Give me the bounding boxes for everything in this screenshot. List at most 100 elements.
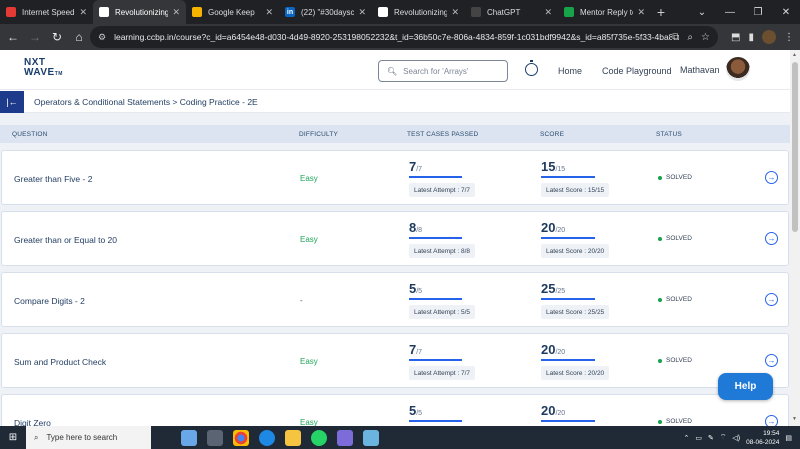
avatar[interactable] bbox=[726, 57, 750, 81]
browser-tab[interactable]: Mentor Reply to ✕ bbox=[558, 0, 651, 24]
install-app-icon[interactable]: ⧉ bbox=[672, 32, 679, 43]
edge-icon[interactable] bbox=[259, 429, 275, 446]
status-text: SOLVED bbox=[666, 235, 692, 242]
calculator-icon[interactable] bbox=[337, 429, 353, 446]
scrollbar-thumb[interactable] bbox=[792, 62, 798, 232]
question-name[interactable]: Sum and Product Check bbox=[14, 357, 106, 367]
search-input[interactable]: 🔍︎ Search for 'Arrays' bbox=[378, 60, 508, 82]
extensions-icon[interactable]: ⬒ bbox=[731, 32, 740, 43]
bookmark-star-icon[interactable]: ☆ bbox=[701, 32, 710, 43]
tests-progress-bar bbox=[409, 237, 462, 239]
wifi-icon[interactable]: ⌔ bbox=[720, 433, 727, 442]
question-name[interactable]: Compare Digits - 2 bbox=[14, 296, 85, 306]
volume-icon[interactable]: ◁) bbox=[732, 434, 740, 442]
address-bar[interactable]: ⚙ learning.ccbp.in/course?c_id=a6454e48-… bbox=[90, 26, 718, 48]
status-badge: SOLVED bbox=[658, 296, 692, 303]
nav-code-playground-link[interactable]: Code Playground bbox=[602, 66, 672, 76]
notifications-icon[interactable]: ▤ bbox=[785, 434, 792, 442]
restore-icon[interactable]: ❐ bbox=[744, 0, 772, 24]
table-row[interactable]: Greater than Five - 2 Easy 7/7 Latest At… bbox=[1, 150, 789, 205]
sidebar-toggle-icon[interactable]: |← bbox=[0, 91, 24, 113]
page-scrollbar[interactable]: ▲ ▼ bbox=[790, 50, 800, 426]
tests-total: /5 bbox=[416, 410, 423, 417]
arrow-right-circle-icon[interactable]: → bbox=[765, 354, 778, 367]
browser-tab[interactable]: ChatGPT ✕ bbox=[465, 0, 558, 24]
taskbar-search[interactable]: ⌕ Type here to search bbox=[26, 426, 151, 449]
new-tab-icon[interactable]: + bbox=[651, 0, 671, 24]
browser-tab[interactable]: Revolutionizing ✕ bbox=[372, 0, 465, 24]
browser-tab[interactable]: Internet Speed T ✕ bbox=[0, 0, 93, 24]
notepad-icon[interactable] bbox=[363, 429, 379, 446]
menu-kebab-icon[interactable]: ⋮ bbox=[784, 32, 794, 43]
battery-icon[interactable]: ▭ bbox=[695, 434, 702, 442]
search-icon: ⌕ bbox=[34, 432, 39, 442]
window-controls: ⌄ — ❐ ✕ bbox=[688, 0, 800, 24]
back-icon[interactable]: ← bbox=[2, 26, 24, 48]
table-row[interactable]: Digit Zero Easy 5/5 20/20 SOLVED → bbox=[1, 394, 789, 426]
tests-progress-bar bbox=[409, 359, 462, 361]
nxtwave-logo[interactable]: NXT WAVETM bbox=[24, 58, 63, 79]
question-name[interactable]: Greater than or Equal to 20 bbox=[14, 235, 117, 245]
task-view-icon[interactable] bbox=[207, 429, 223, 446]
close-tab-icon[interactable]: ✕ bbox=[358, 7, 366, 18]
status-badge: SOLVED bbox=[658, 174, 692, 181]
windows-start-icon[interactable]: ⊞ bbox=[0, 426, 26, 449]
table-row[interactable]: Greater than or Equal to 20 Easy 8/8 Lat… bbox=[1, 211, 789, 266]
close-tab-icon[interactable]: ✕ bbox=[637, 7, 645, 18]
sidepanel-icon[interactable]: ▮ bbox=[748, 32, 754, 43]
zoom-icon[interactable]: ⌕ bbox=[687, 32, 693, 43]
widget-icon[interactable] bbox=[181, 429, 197, 446]
arrow-right-circle-icon[interactable]: → bbox=[765, 232, 778, 245]
score: 25/25 bbox=[541, 281, 565, 296]
pen-icon[interactable]: ✎ bbox=[708, 434, 714, 442]
difficulty-label: - bbox=[300, 296, 303, 305]
user-name[interactable]: Mathavan bbox=[680, 65, 720, 75]
tab-title: Revolutionizing bbox=[115, 7, 169, 17]
close-tab-icon[interactable]: ✕ bbox=[79, 7, 87, 18]
taskbar-apps bbox=[151, 429, 379, 446]
scroll-up-icon[interactable]: ▲ bbox=[792, 52, 797, 58]
tab-favicon-icon bbox=[192, 7, 202, 17]
table-row[interactable]: Compare Digits - 2 - 5/5 Latest Attempt … bbox=[1, 272, 789, 327]
close-tab-icon[interactable]: ✕ bbox=[172, 7, 180, 18]
browser-profile-icon[interactable] bbox=[762, 30, 776, 44]
close-tab-icon[interactable]: ✕ bbox=[265, 7, 273, 18]
scroll-down-icon[interactable]: ▼ bbox=[792, 416, 797, 422]
nav-home-link[interactable]: Home bbox=[558, 66, 582, 76]
help-button[interactable]: Help bbox=[718, 373, 773, 400]
arrow-right-circle-icon[interactable]: → bbox=[765, 293, 778, 306]
arrow-right-circle-icon[interactable]: → bbox=[765, 415, 778, 426]
browser-tab[interactable]: in (22) "#30daysco ✕ bbox=[279, 0, 372, 24]
browser-tab-bar: Internet Speed T✕Revolutionizing✕Google … bbox=[0, 0, 800, 24]
chevron-up-icon[interactable]: ⌃ bbox=[683, 434, 689, 442]
header-status: STATUS bbox=[656, 131, 682, 138]
home-icon[interactable]: ⌂ bbox=[68, 26, 90, 48]
chrome-icon[interactable] bbox=[233, 429, 249, 446]
close-tab-icon[interactable]: ✕ bbox=[544, 7, 552, 18]
question-name[interactable]: Digit Zero bbox=[14, 418, 51, 426]
clock[interactable]: 19:54 08-06-2024 bbox=[746, 429, 779, 447]
close-window-icon[interactable]: ✕ bbox=[772, 0, 800, 24]
arrow-right-circle-icon[interactable]: → bbox=[765, 171, 778, 184]
site-settings-icon[interactable]: ⚙ bbox=[98, 32, 106, 43]
file-explorer-icon[interactable] bbox=[285, 429, 301, 446]
close-tab-icon[interactable]: ✕ bbox=[451, 7, 459, 18]
latest-score: Latest Score : 25/25 bbox=[541, 305, 610, 319]
tab-title: ChatGPT bbox=[487, 7, 521, 17]
reload-icon[interactable]: ↻ bbox=[46, 26, 68, 48]
difficulty-label: Easy bbox=[300, 357, 318, 366]
browser-tab[interactable]: Google Keep ✕ bbox=[186, 0, 279, 24]
minimize-icon[interactable]: — bbox=[716, 0, 744, 24]
table-row[interactable]: Sum and Product Check Easy 7/7 Latest At… bbox=[1, 333, 789, 388]
browser-tab[interactable]: Revolutionizing ✕ bbox=[93, 0, 186, 24]
question-name[interactable]: Greater than Five - 2 bbox=[14, 174, 92, 184]
url-text[interactable]: learning.ccbp.in/course?c_id=a6454e48-d0… bbox=[114, 32, 672, 42]
tab-favicon-icon bbox=[99, 7, 109, 17]
stopwatch-icon[interactable] bbox=[525, 60, 538, 76]
status-text: SOLVED bbox=[666, 174, 692, 181]
forward-icon[interactable]: → bbox=[24, 26, 46, 48]
system-tray: ⌃ ▭ ✎ ⌔ ◁) 19:54 08-06-2024 ▤ bbox=[683, 426, 792, 449]
header-question: QUESTION bbox=[12, 131, 48, 138]
whatsapp-icon[interactable] bbox=[311, 429, 327, 446]
chevron-down-icon[interactable]: ⌄ bbox=[688, 0, 716, 24]
